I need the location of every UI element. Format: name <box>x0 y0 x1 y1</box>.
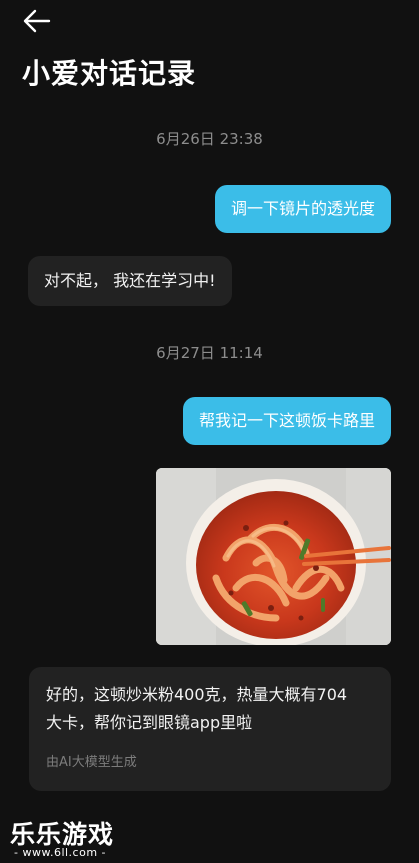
reply-line: 大卡，帮你记到眼镜app里啦 <box>46 713 253 732</box>
user-message-bubble[interactable]: 调一下镜片的透光度 <box>214 185 391 233</box>
reply-line: 好的，这顿炒米粉400克，热量大概有704 <box>46 685 348 704</box>
user-photo-message[interactable] <box>156 468 391 645</box>
back-arrow-icon <box>23 9 51 33</box>
timestamp: 6月26日 23:38 <box>156 130 263 148</box>
back-button[interactable] <box>22 8 52 34</box>
ai-generated-note: 由AI大模型生成 <box>46 755 137 770</box>
assistant-message-bubble[interactable]: 对不起， 我还在学习中! <box>28 256 232 306</box>
timestamp: 6月27日 11:14 <box>156 344 263 362</box>
assistant-reply-card[interactable]: 好的，这顿炒米粉400克，热量大概有704 大卡，帮你记到眼镜app里啦 由AI… <box>29 667 391 791</box>
food-photo-image <box>156 468 391 645</box>
watermark-url: - www.6ll.com - <box>14 846 107 859</box>
page-title: 小爱对话记录 <box>22 57 197 90</box>
assistant-reply-text: 好的，这顿炒米粉400克，热量大概有704 大卡，帮你记到眼镜app里啦 <box>46 681 382 737</box>
user-message-bubble[interactable]: 帮我记一下这顿饭卡路里 <box>182 397 391 445</box>
